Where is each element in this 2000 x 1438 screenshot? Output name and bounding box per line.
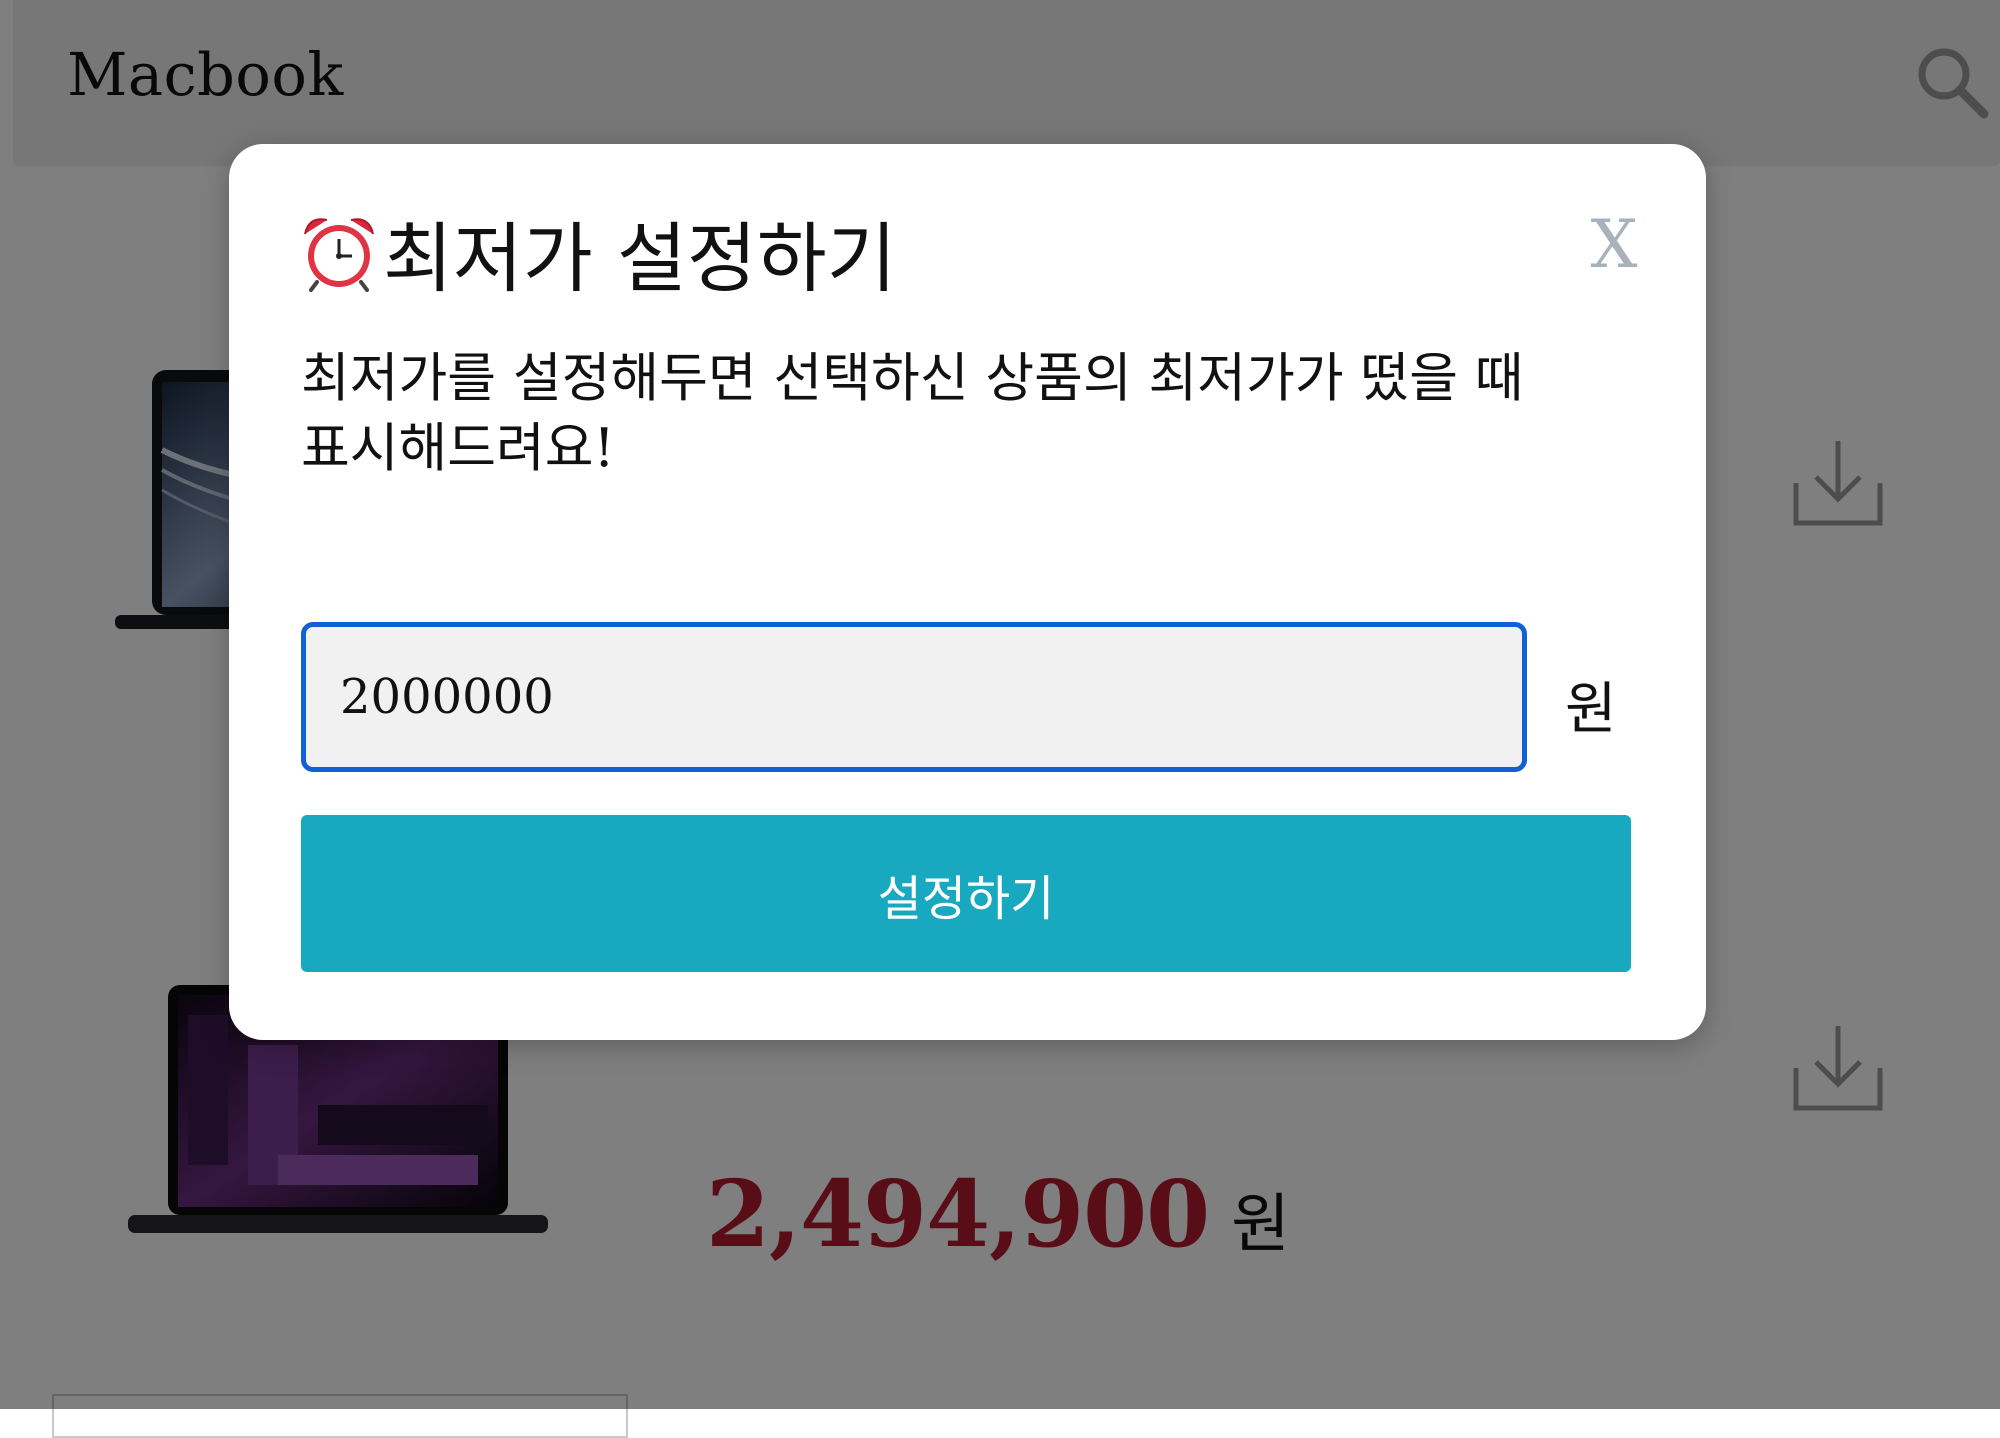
currency-unit: 원: [1565, 677, 1617, 742]
set-price-button[interactable]: 설정하기: [301, 815, 1631, 972]
lowest-price-modal: 최저가 설정하기 X 최저가를 설정해두면 선택하신 상품의 최저가가 떴을 때…: [229, 144, 1706, 1040]
modal-description: 최저가를 설정해두면 선택하신 상품의 최저가가 떴을 때 표시해드려요!: [301, 348, 1524, 479]
modal-title: 최저가 설정하기: [299, 202, 897, 303]
lowest-price-input[interactable]: [301, 622, 1527, 772]
alarm-clock-icon: [304, 218, 374, 292]
close-button[interactable]: X: [1574, 204, 1654, 284]
modal-title-text: 최저가 설정하기: [383, 214, 897, 303]
